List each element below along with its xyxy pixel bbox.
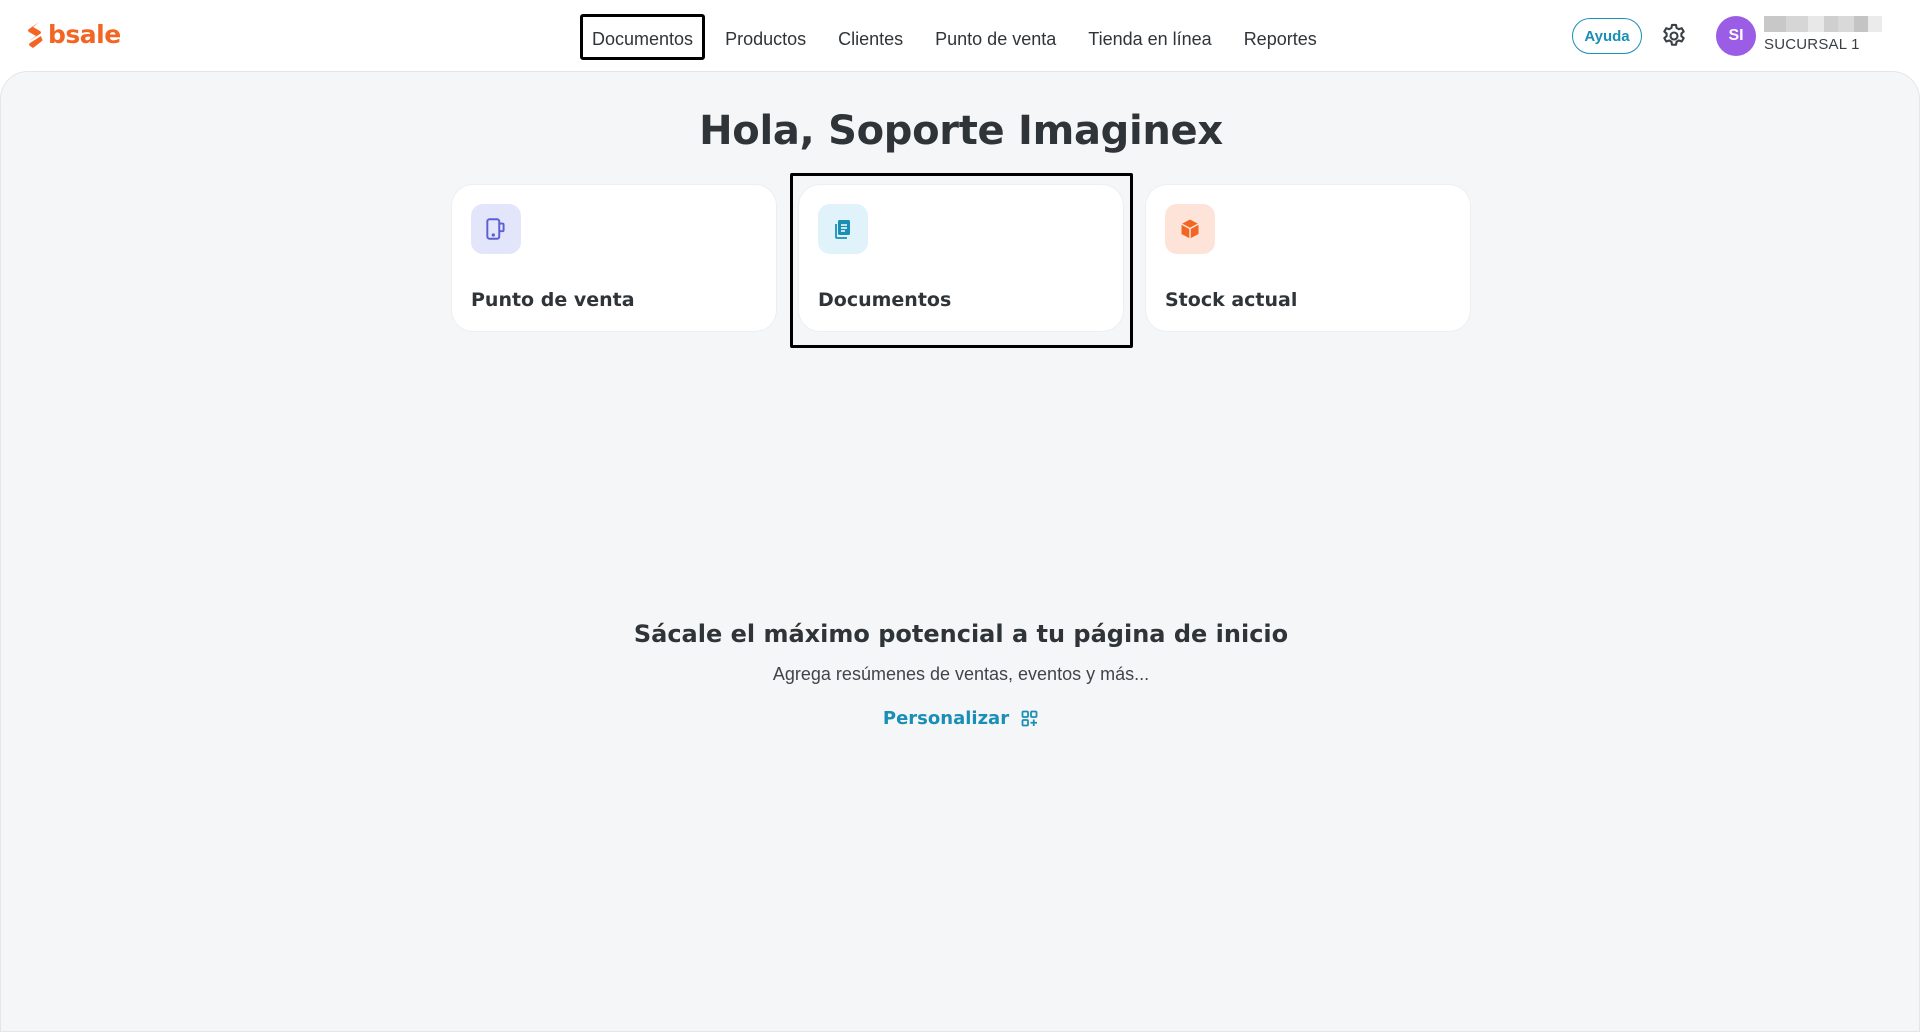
bsale-logo[interactable]: bsale — [26, 21, 121, 49]
nav-clientes[interactable]: Clientes — [826, 14, 915, 60]
main-nav: Documentos Productos Clientes Punto de v… — [580, 14, 1337, 60]
user-menu[interactable]: SUCURSAL 1 — [1764, 16, 1894, 53]
card-label: Punto de venta — [471, 289, 635, 311]
personalize-row: Personalizar — [1, 708, 1920, 729]
user-branch: SUCURSAL 1 — [1764, 36, 1860, 53]
shortcut-card-stock-actual[interactable]: Stock actual — [1145, 184, 1471, 332]
stock-icon-box — [1165, 204, 1215, 254]
nav-tienda-en-linea[interactable]: Tienda en línea — [1076, 14, 1223, 60]
pos-icon-box — [471, 204, 521, 254]
shortcut-card-documentos[interactable]: Documentos — [798, 184, 1124, 332]
shortcut-card-punto-de-venta[interactable]: Punto de venta — [451, 184, 777, 332]
top-bar: bsale Documentos Productos Clientes Punt… — [0, 0, 1920, 72]
card-label: Stock actual — [1165, 289, 1298, 311]
promo-subtitle: Agrega resúmenes de ventas, eventos y má… — [772, 664, 1150, 684]
promo-title: Sácale el máximo potencial a tu página d… — [633, 620, 1289, 648]
page-title: Hola, Soporte Imaginex — [699, 108, 1223, 154]
card-label: Documentos — [818, 289, 952, 311]
documents-icon-box — [818, 204, 868, 254]
nav-punto-de-venta[interactable]: Punto de venta — [923, 14, 1068, 60]
home-main: Hola, Soporte Imaginex Punto de venta Do… — [0, 71, 1920, 1032]
bsale-logo-mark-icon — [28, 22, 43, 48]
box-icon — [1181, 219, 1199, 239]
widget-add-icon[interactable] — [1021, 710, 1039, 728]
personalize-link[interactable]: Personalizar — [883, 708, 1009, 729]
document-icon — [835, 220, 850, 239]
nav-reportes[interactable]: Reportes — [1232, 14, 1329, 60]
nav-productos[interactable]: Productos — [713, 14, 818, 60]
logo-text: bsale — [48, 20, 121, 49]
help-button[interactable]: Ayuda — [1572, 18, 1642, 54]
user-name-redacted — [1764, 16, 1884, 32]
avatar[interactable]: SI — [1716, 16, 1756, 56]
pos-device-icon — [486, 218, 505, 240]
gear-icon[interactable] — [1660, 22, 1688, 50]
nav-documentos[interactable]: Documentos — [580, 14, 706, 60]
